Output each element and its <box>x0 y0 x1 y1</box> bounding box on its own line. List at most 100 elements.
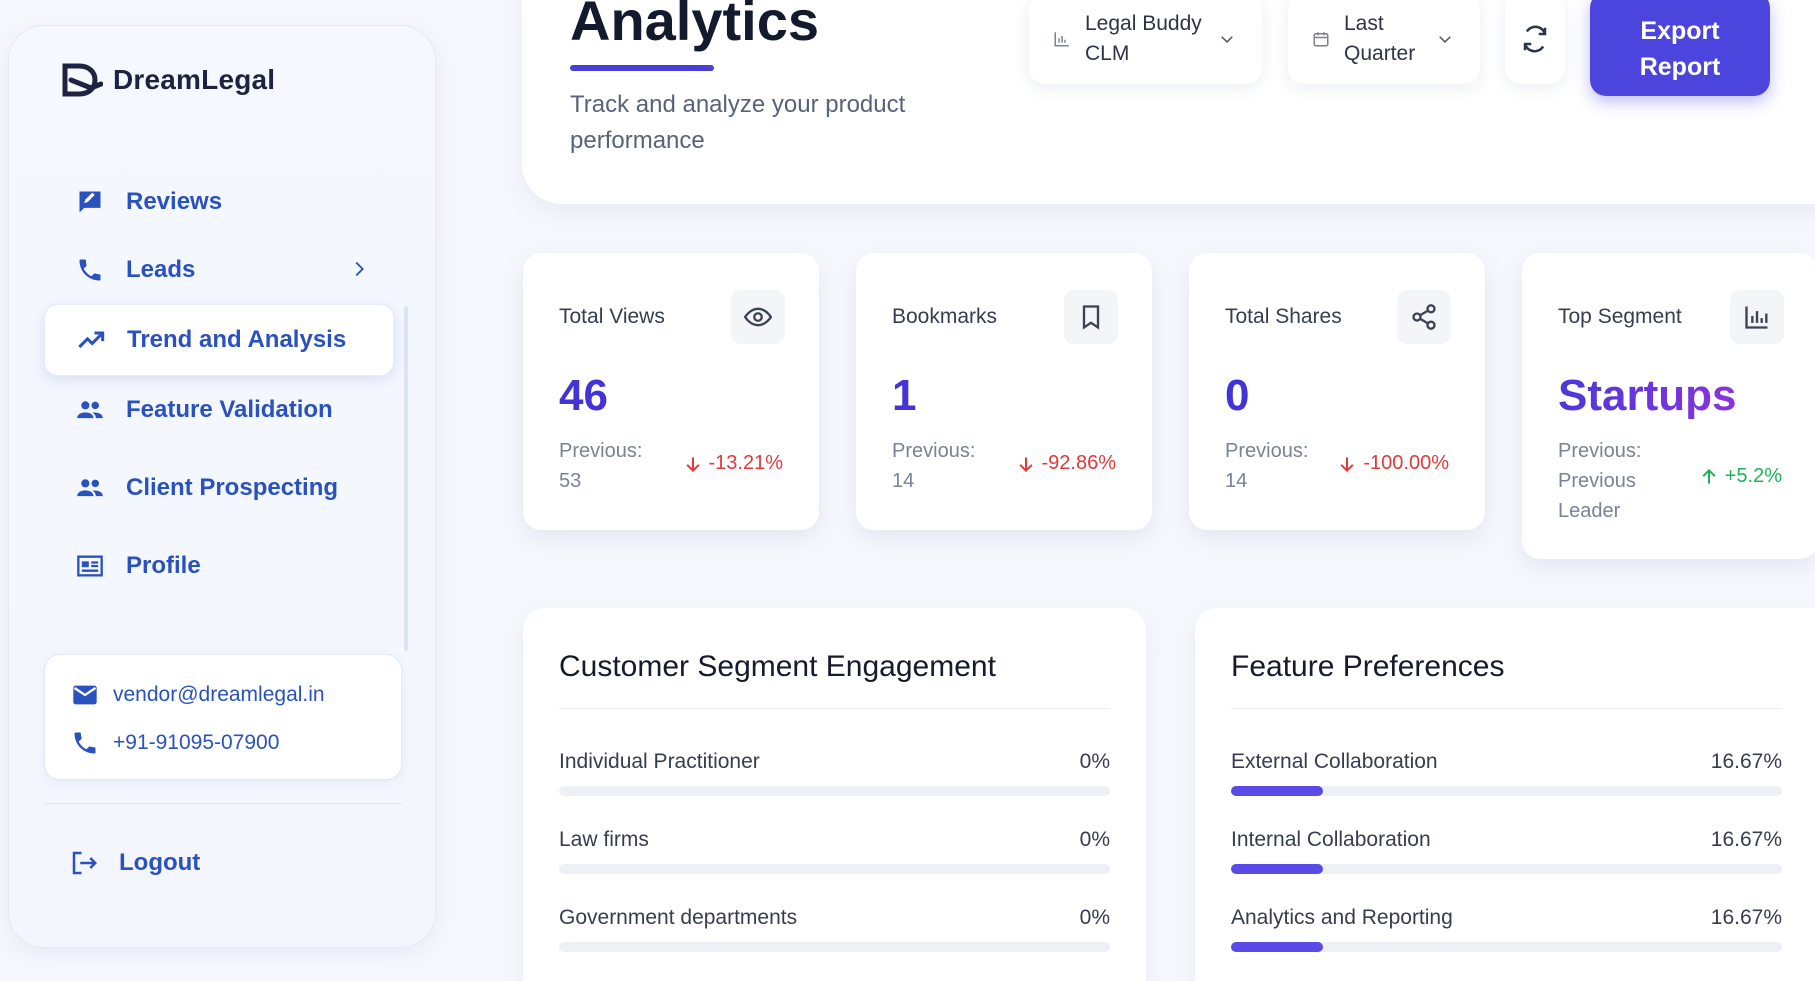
phone-icon <box>79 259 101 281</box>
stat-previous: Previous: 53 <box>559 436 669 496</box>
stat-icon-box <box>1397 290 1451 344</box>
arrow-down-icon <box>685 456 700 472</box>
sidebar-item-feature-validation[interactable]: Feature Validation <box>44 374 394 446</box>
sidebar-item-client-prospecting[interactable]: Client Prospecting <box>44 452 394 524</box>
stat-change: -13.21% <box>683 452 784 475</box>
period-select-line2: Quarter <box>1344 42 1416 65</box>
stat-change-text: -13.21% <box>708 452 784 474</box>
arrow-down-icon <box>1018 456 1033 472</box>
panel-title: Customer Segment Engagement <box>559 650 996 683</box>
arrow-down-icon <box>1340 456 1354 472</box>
stat-previous: Previous: Previous Leader <box>1558 436 1668 526</box>
progress-row: Law firms 0% <box>559 828 1110 876</box>
sidebar-item-trend-and-analysis[interactable]: Trend and Analysis <box>44 304 394 376</box>
progress-fill <box>1231 786 1323 796</box>
export-label-line2: Report <box>1639 53 1721 81</box>
period-select[interactable]: Last Quarter <box>1288 0 1480 84</box>
progress-track <box>1231 942 1782 952</box>
brand-logo[interactable]: DreamLegal <box>61 62 275 98</box>
progress-track <box>559 864 1110 874</box>
sidebar-item-leads[interactable]: Leads <box>44 234 394 306</box>
group-icon <box>77 479 103 497</box>
contact-email[interactable]: vendor@dreamlegal.in <box>71 681 325 709</box>
previous-value: Previous Leader <box>1558 470 1636 522</box>
progress-row: External Collaboration 16.67% <box>1231 750 1782 798</box>
chevron-down-icon <box>1439 36 1451 44</box>
row-label: External Collaboration <box>1231 750 1438 773</box>
contact-phone[interactable]: +91-91095-07900 <box>71 729 279 757</box>
row-percent: 16.67% <box>1710 828 1782 851</box>
profile-card-icon <box>77 555 103 577</box>
refresh-icon <box>1523 25 1547 53</box>
contact-card: vendor@dreamlegal.in +91-91095-07900 <box>44 654 402 780</box>
previous-label: Previous: <box>1225 440 1309 462</box>
previous-value: 14 <box>1225 470 1248 492</box>
logout-button[interactable]: Logout <box>69 848 200 878</box>
eye-icon <box>744 307 772 327</box>
row-label: Internal Collaboration <box>1231 828 1431 851</box>
stat-value: Startups <box>1558 371 1737 420</box>
export-label-line1: Export <box>1640 17 1720 45</box>
sidebar-item-label: Feature Validation <box>126 396 333 423</box>
progress-track <box>1231 786 1782 796</box>
feature-preferences-panel: Feature Preferences External Collaborati… <box>1195 608 1815 981</box>
calendar-icon <box>1313 32 1329 47</box>
sidebar-scrollbar[interactable] <box>404 306 408 651</box>
stat-change-text: +5.2% <box>1724 465 1782 487</box>
sidebar-item-reviews[interactable]: Reviews <box>44 166 394 238</box>
product-select[interactable]: Legal Buddy CLM <box>1029 0 1262 84</box>
previous-label: Previous: <box>1558 440 1642 462</box>
panel-divider <box>1231 708 1782 709</box>
product-select-line1: Legal Buddy <box>1085 12 1202 35</box>
progress-track <box>559 942 1110 952</box>
logout-label: Logout <box>119 849 201 876</box>
row-label: Individual Practitioner <box>559 750 760 773</box>
contact-phone-text: +91-91095-07900 <box>113 731 280 754</box>
sidebar-divider <box>44 803 402 804</box>
panel-divider <box>559 708 1110 709</box>
previous-value: 14 <box>892 470 915 492</box>
stat-value: 46 <box>559 371 608 420</box>
phone-icon <box>74 732 96 754</box>
panel-title: Feature Preferences <box>1231 650 1505 683</box>
row-percent: 16.67% <box>1710 750 1782 773</box>
contact-email-text: vendor@dreamlegal.in <box>113 683 325 706</box>
dreamlegal-logo-icon <box>62 63 103 97</box>
refresh-button[interactable] <box>1505 0 1565 84</box>
stat-change: -92.86% <box>1016 452 1116 475</box>
progress-track <box>559 786 1110 796</box>
progress-track <box>1231 864 1782 874</box>
stat-change: +5.2% <box>1699 465 1782 488</box>
title-underline <box>570 65 714 71</box>
stat-title: Total Shares <box>1225 305 1342 328</box>
stat-title: Bookmarks <box>892 305 998 328</box>
sidebar-item-label: Leads <box>126 256 196 283</box>
bar-chart-icon <box>1745 306 1768 329</box>
progress-fill <box>1231 942 1323 952</box>
row-percent: 0% <box>1079 906 1110 929</box>
row-percent: 0% <box>1079 828 1110 851</box>
row-label: Government departments <box>559 906 798 929</box>
bookmark-icon <box>1082 305 1100 330</box>
progress-row: Internal Collaboration 16.67% <box>1231 828 1782 876</box>
sidebar-item-profile[interactable]: Profile <box>44 530 394 602</box>
sidebar-item-label: Client Prospecting <box>126 474 339 501</box>
sidebar-item-label: Reviews <box>126 188 223 215</box>
export-report-button[interactable]: Export Report <box>1590 0 1770 96</box>
chevron-right-icon <box>355 261 364 277</box>
sidebar-item-label: Profile <box>126 552 201 579</box>
row-percent: 16.67% <box>1710 906 1782 929</box>
period-select-line1: Last <box>1344 12 1384 35</box>
row-label: Analytics and Reporting <box>1231 906 1453 929</box>
stat-title: Top Segment <box>1558 305 1682 328</box>
previous-label: Previous: <box>892 440 976 462</box>
progress-row: Individual Practitioner 0% <box>559 750 1110 798</box>
product-select-line2: CLM <box>1085 42 1130 65</box>
sidebar: DreamLegal Reviews Leads Trend and Analy… <box>8 25 436 948</box>
stat-card-top-segment: Top Segment Startups Previous: Previous … <box>1522 253 1815 559</box>
stat-change-text: -100.00% <box>1363 452 1449 474</box>
page-subtitle: Track and analyze your product performan… <box>570 91 906 154</box>
sidebar-item-label: Trend and Analysis <box>127 326 347 353</box>
logout-icon <box>72 851 98 875</box>
stat-previous: Previous: 14 <box>1225 436 1335 496</box>
